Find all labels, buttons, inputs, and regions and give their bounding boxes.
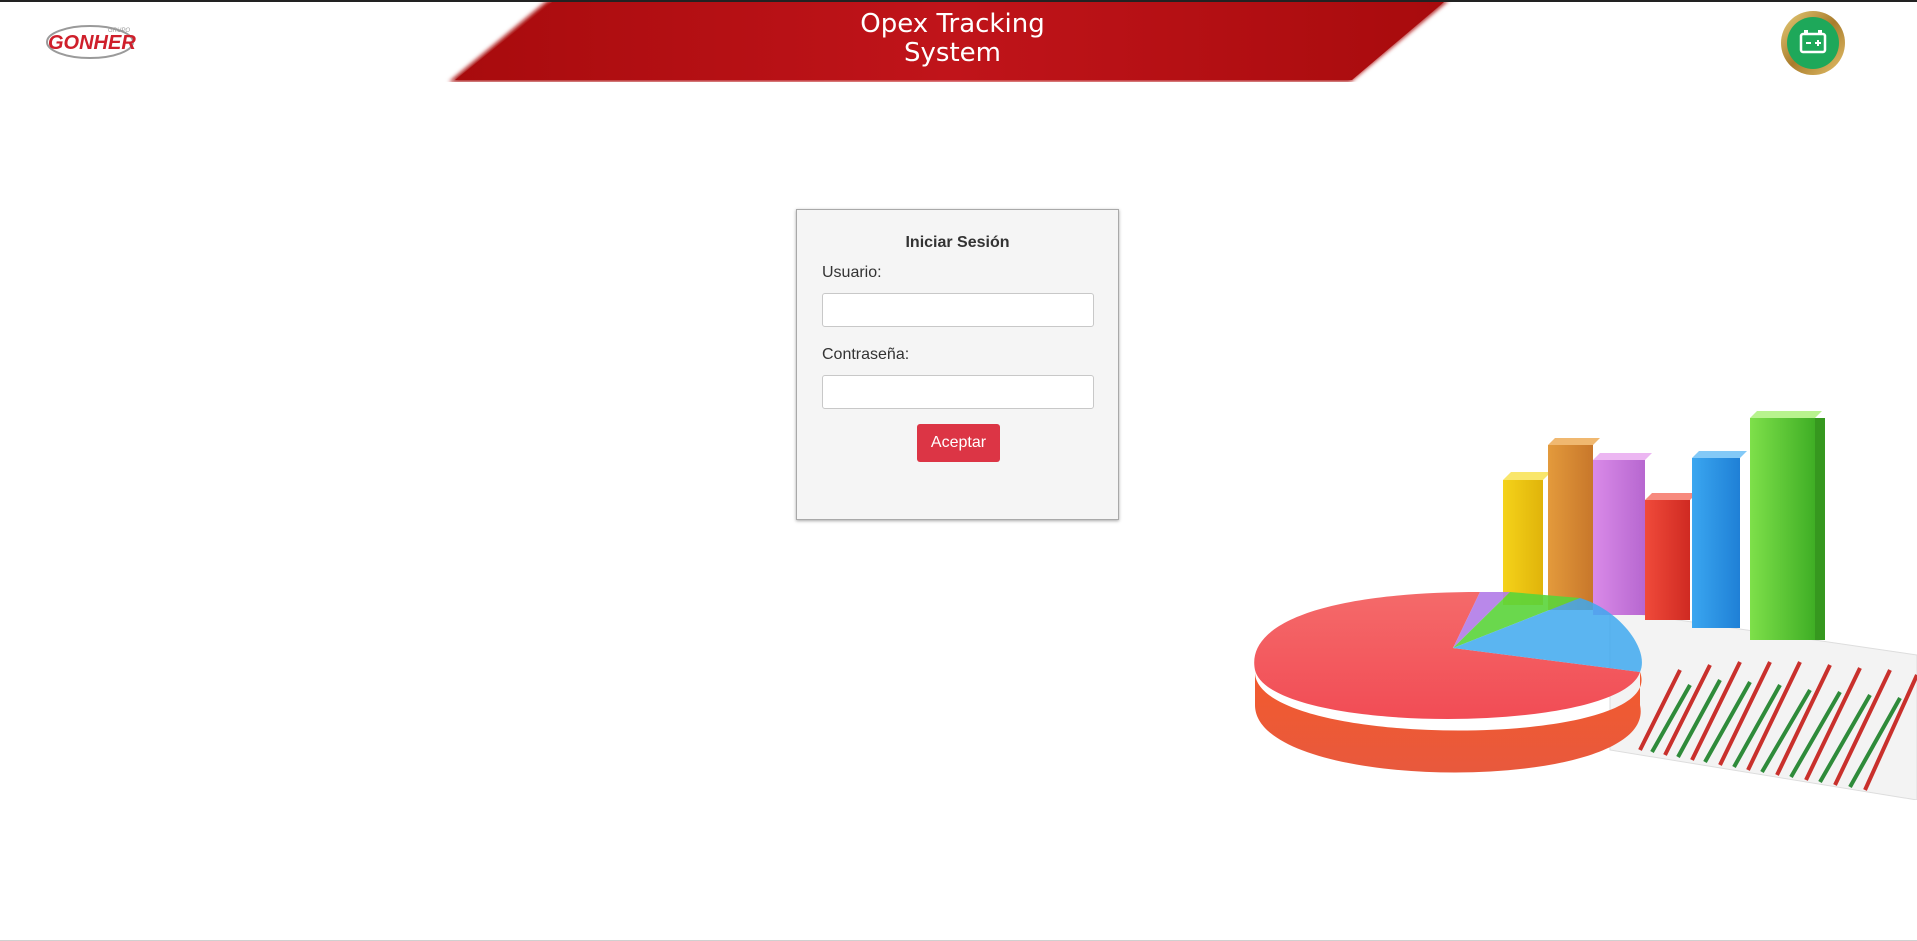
charts-illustration bbox=[1254, 411, 1917, 800]
header: Opex Tracking System GRUPO GONHER bbox=[0, 0, 1917, 82]
password-input[interactable] bbox=[822, 375, 1094, 409]
header-top-border bbox=[0, 0, 1917, 2]
app-title: Opex Tracking System bbox=[840, 10, 1065, 68]
app-title-line1: Opex Tracking bbox=[860, 9, 1045, 39]
login-card: Iniciar Sesión Usuario: Contraseña: Acep… bbox=[796, 209, 1119, 520]
username-input[interactable] bbox=[822, 293, 1094, 327]
login-page: Opex Tracking System GRUPO GONHER Inicia… bbox=[0, 0, 1917, 941]
battery-icon bbox=[1781, 11, 1845, 75]
logo-brand-text: GONHER bbox=[48, 32, 136, 54]
gonher-logo: GRUPO GONHER bbox=[46, 25, 136, 59]
username-label: Usuario: bbox=[822, 264, 882, 281]
accept-button[interactable]: Aceptar bbox=[917, 424, 1000, 462]
login-title: Iniciar Sesión bbox=[905, 234, 1010, 251]
app-title-line2: System bbox=[904, 38, 1001, 68]
password-label: Contraseña: bbox=[822, 346, 910, 363]
